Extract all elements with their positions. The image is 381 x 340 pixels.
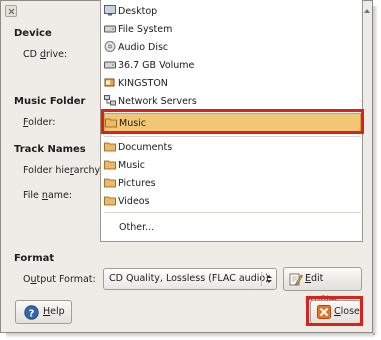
menu-item-music[interactable]: Music bbox=[104, 156, 145, 175]
menu-item-videos[interactable]: Videos bbox=[104, 192, 150, 211]
output-format-value: CD Quality, Lossless (FLAC audio) bbox=[109, 273, 269, 284]
network-icon bbox=[104, 95, 116, 106]
format-section-title: Format bbox=[14, 253, 55, 264]
cd-icon bbox=[104, 41, 116, 52]
edit-pencil-icon bbox=[289, 273, 303, 286]
device-section-title: Device bbox=[14, 28, 52, 39]
folder-hierarchy-label: Folder hierarchy: bbox=[23, 165, 103, 176]
help-label: Help bbox=[43, 306, 65, 317]
folder-icon bbox=[104, 142, 116, 152]
menu-item-other[interactable]: Other... bbox=[119, 218, 154, 237]
cd-drive-label: CD drive: bbox=[23, 49, 68, 60]
music-folder-section-title: Music Folder bbox=[14, 96, 86, 107]
output-format-label: Output Format: bbox=[23, 274, 96, 285]
menu-item-kingston[interactable]: KINGSTON bbox=[104, 74, 168, 93]
scroll-up-icon[interactable] bbox=[363, 7, 371, 15]
menu-item-documents[interactable]: Documents bbox=[104, 138, 172, 157]
folder-icon bbox=[104, 160, 116, 170]
close-highlight-callout bbox=[306, 296, 363, 326]
track-names-section-title: Track Names bbox=[14, 144, 86, 155]
usb-drive-icon bbox=[104, 78, 115, 87]
menu-item-desktop[interactable]: Desktop bbox=[104, 2, 157, 21]
menu-item-volume[interactable]: 36.7 GB Volume bbox=[104, 56, 194, 75]
close-window-icon[interactable] bbox=[5, 5, 17, 17]
folder-icon bbox=[104, 196, 116, 206]
hard-drive-icon bbox=[104, 61, 116, 69]
folder-label: Folder: bbox=[23, 117, 56, 128]
desktop-icon bbox=[104, 5, 116, 16]
menu-item-pictures[interactable]: Pictures bbox=[104, 174, 156, 193]
help-button[interactable]: ? Help bbox=[15, 300, 72, 324]
combo-arrows-icon bbox=[266, 275, 272, 283]
menu-item-file-system[interactable]: File System bbox=[104, 20, 172, 39]
menu-item-audio-disc[interactable]: Audio Disc bbox=[104, 38, 168, 57]
output-format-combo[interactable]: CD Quality, Lossless (FLAC audio) bbox=[103, 268, 277, 290]
folder-icon bbox=[104, 178, 116, 188]
music-highlight-callout bbox=[101, 109, 364, 134]
help-icon: ? bbox=[24, 305, 39, 320]
file-name-label: File name: bbox=[23, 190, 73, 201]
edit-profiles-button[interactable]: Edit Profiles... bbox=[283, 267, 362, 306]
hard-drive-icon bbox=[104, 25, 116, 33]
svg-text:?: ? bbox=[29, 308, 35, 319]
